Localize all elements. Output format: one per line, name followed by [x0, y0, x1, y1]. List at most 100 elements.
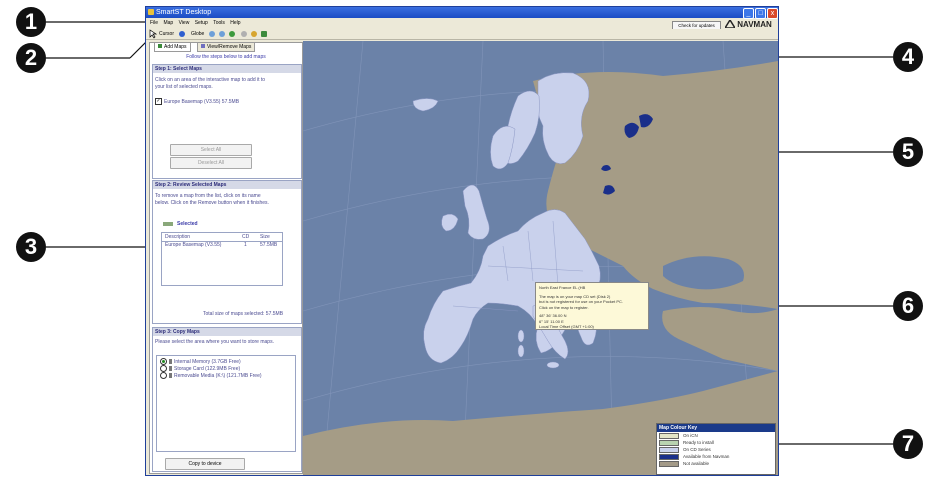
radio-card[interactable]	[160, 365, 167, 372]
storage-options-list: Internal Memory (3.7GB Free) Storage Car…	[156, 355, 296, 452]
callout-5: 5	[893, 137, 923, 167]
tab-view-remove-label: View/Remove Maps	[207, 44, 252, 50]
key-label: Ready to install	[683, 440, 714, 445]
step3-instructions: Please select the area where you want to…	[155, 339, 274, 345]
key-item-ready: Ready to install	[657, 439, 775, 446]
row-size: 57.5MB	[260, 242, 278, 248]
key-swatch	[659, 439, 679, 446]
menu-view[interactable]: View	[179, 19, 190, 27]
map-tooltip: North East France EL (HB The map is on y…	[535, 282, 649, 330]
callout-6: 6	[893, 291, 923, 321]
refresh-icon[interactable]	[179, 31, 185, 37]
step1-item-label: Europe Basemap (V3.55) 57.5MB	[164, 98, 240, 105]
toolbar: Cursor Globe	[146, 29, 778, 40]
deselect-all-button[interactable]: Deselect All	[170, 157, 252, 169]
step1-item-checkbox[interactable]: ✓	[155, 98, 162, 105]
zoom-out-icon[interactable]	[219, 31, 225, 37]
key-item-not-available: Not available	[657, 460, 775, 467]
step1-title: Step 1: Select Maps	[153, 65, 301, 73]
map-icon[interactable]	[261, 31, 267, 37]
step1-instructions: Click on an area of the interactive map …	[155, 77, 266, 90]
menu-setup[interactable]: Setup	[195, 19, 208, 27]
minimize-button[interactable]: _	[743, 8, 754, 19]
step2-section: Step 2: Review Selected Maps To remove a…	[152, 180, 302, 324]
cursor-label[interactable]: Cursor	[159, 29, 174, 39]
storage-option-card-label: Storage Card (122.9MB Free)	[174, 365, 241, 372]
callout-1: 1	[16, 7, 46, 37]
col-description: Description	[165, 234, 191, 240]
key-swatch	[659, 460, 679, 467]
settings-icon[interactable]	[241, 31, 247, 37]
map-key-title: Map Colour Key	[657, 424, 775, 432]
tab-add-maps[interactable]: Add Maps	[154, 42, 191, 52]
menu-help[interactable]: Help	[230, 19, 240, 27]
selected-legend: Selected	[163, 221, 198, 228]
key-swatch	[659, 432, 679, 439]
panel-subtitle: Follow the steps below to add maps	[186, 54, 266, 60]
cursor-icon[interactable]	[149, 29, 157, 39]
menu-map[interactable]: Map	[163, 19, 173, 27]
left-panel: Add Maps View/Remove Maps Follow the ste…	[149, 42, 303, 474]
callout-2: 2	[16, 43, 46, 73]
navman-logo-icon	[723, 18, 737, 29]
radio-internal[interactable]	[160, 358, 167, 365]
title-bar: SmartST Desktop _ □ x	[146, 7, 778, 19]
add-maps-icon	[158, 44, 162, 48]
key-item-on-icn: On iCN	[657, 432, 775, 439]
copy-to-device-button[interactable]: Copy to device	[165, 458, 245, 470]
callout-4: 4	[893, 42, 923, 72]
col-cd: CD	[242, 234, 250, 240]
selected-legend-label: Selected	[177, 221, 198, 227]
step1-section: Step 1: Select Maps Click on an area of …	[152, 64, 302, 179]
radio-removable[interactable]	[160, 372, 167, 379]
tooltip-line: Local Time Offset (GMT +1:00)	[539, 324, 594, 329]
total-size: Total size of maps selected: 57.5MB	[203, 311, 284, 317]
map-view[interactable]: North East France EL (HB The map is on y…	[303, 41, 778, 475]
storage-option-internal-label: Internal Memory (3.7GB Free)	[174, 358, 241, 365]
tab-add-maps-label: Add Maps	[164, 44, 187, 50]
app-icon	[148, 9, 154, 15]
tab-view-remove-maps[interactable]: View/Remove Maps	[197, 42, 256, 52]
step3-title: Step 3: Copy Maps	[153, 328, 301, 336]
key-label: On CD Series	[683, 447, 711, 452]
key-label: Available from Navman	[683, 454, 730, 459]
logo-text: NAVMAN	[737, 20, 772, 29]
step1-map-item[interactable]: ✓ Europe Basemap (V3.55) 57.5MB	[155, 98, 295, 106]
device-icon	[169, 359, 172, 364]
europe-map[interactable]	[303, 41, 778, 475]
step3-section: Step 3: Copy Maps Please select the area…	[152, 327, 302, 472]
close-button[interactable]: x	[767, 8, 778, 19]
globe-label[interactable]: Globe	[191, 29, 204, 39]
key-label: Not available	[683, 461, 710, 466]
key-label: On iCN	[683, 433, 698, 438]
step2-instructions: To remove a map from the list, click on …	[155, 193, 269, 206]
storage-option-removable-label: Removable Media (K:\) (121.7MB Free)	[174, 372, 262, 379]
callout-7: 7	[893, 429, 923, 459]
key-item-on-cd: On CD Series	[657, 446, 775, 453]
table-row[interactable]: Europe Basemap (V3.55) 1 57.5MB	[162, 242, 282, 249]
step2-title: Step 2: Review Selected Maps	[153, 181, 301, 189]
app-window: SmartST Desktop _ □ x File Map View Setu…	[145, 6, 779, 476]
selected-swatch	[163, 221, 173, 226]
col-size: Size	[260, 234, 270, 240]
menu-tools[interactable]: Tools	[213, 19, 225, 27]
help-icon[interactable]	[251, 31, 257, 37]
menu-file[interactable]: File	[150, 19, 158, 27]
globe-icon[interactable]	[229, 31, 235, 37]
row-cd: 1	[244, 242, 247, 248]
card-icon	[169, 366, 172, 371]
key-item-available: Available from Navman	[657, 453, 775, 460]
maximize-button[interactable]: □	[755, 8, 766, 19]
selected-maps-table: Description CD Size Europe Basemap (V3.5…	[161, 232, 283, 286]
select-all-button[interactable]: Select All	[170, 144, 252, 156]
view-maps-icon	[201, 44, 205, 48]
map-colour-key: Map Colour Key On iCN Ready to install O…	[656, 423, 776, 475]
window-title: SmartST Desktop	[156, 9, 212, 16]
row-description: Europe Basemap (V3.55)	[165, 242, 222, 248]
storage-option-removable[interactable]: Removable Media (K:\) (121.7MB Free)	[160, 372, 262, 380]
callout-3: 3	[16, 232, 46, 262]
removable-icon	[169, 373, 172, 378]
zoom-in-icon[interactable]	[209, 31, 215, 37]
key-swatch	[659, 446, 679, 453]
key-swatch	[659, 453, 679, 460]
